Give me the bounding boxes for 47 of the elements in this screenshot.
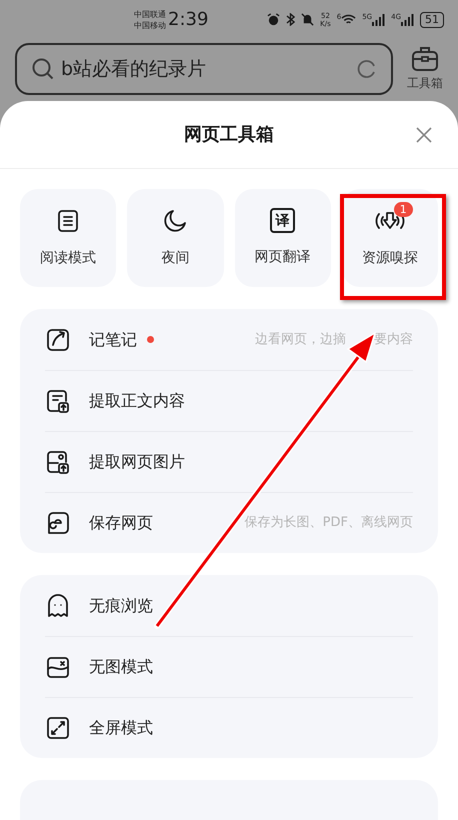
menu-item-label: 全屏模式 — [89, 717, 153, 739]
toolbox-button[interactable]: 工具箱 — [407, 46, 443, 92]
close-icon[interactable] — [416, 126, 432, 142]
tool-tile[interactable]: 阅读模式 — [20, 189, 116, 287]
menu-item-label: 记笔记 — [89, 328, 137, 350]
bluetooth-icon — [286, 13, 296, 26]
menu-item-label: 无痕浏览 — [89, 594, 153, 616]
carrier-label: 中国移动 — [134, 20, 166, 31]
pen-icon — [45, 326, 71, 352]
clock: 2:39 — [168, 8, 208, 32]
refresh-icon[interactable] — [357, 59, 377, 80]
menu-item-label: 保存网页 — [89, 512, 153, 534]
sheet-title: 网页工具箱 — [184, 123, 274, 147]
tool-tile[interactable]: 夜间 — [127, 189, 224, 287]
menu-item-hint: 要内容 — [374, 330, 413, 349]
menu-item[interactable]: 提取网页图片 — [45, 431, 413, 492]
menu-item[interactable]: 无图模式 — [45, 636, 413, 697]
carrier-label: 中国联通 — [134, 8, 166, 20]
save-page-icon — [45, 510, 71, 536]
search-field[interactable]: b站必看的纪录片 — [15, 43, 393, 96]
signal-icon — [401, 14, 414, 26]
muted-bell-icon — [301, 13, 314, 26]
fullscreen-icon — [45, 715, 71, 741]
menu-item[interactable]: 保存网页 保存为长图、PDF、离线网页 — [45, 492, 413, 553]
menu-item[interactable]: 全屏模式 — [45, 697, 413, 758]
menu-item[interactable]: 无痕浏览 — [45, 575, 413, 636]
menu-item[interactable]: 提取正文内容 — [45, 370, 413, 431]
menu-item-label: 提取网页图片 — [89, 451, 185, 473]
ghost-icon — [45, 592, 71, 618]
moon-icon — [162, 208, 188, 234]
menu-item[interactable]: 记笔记 边看网页，边摘 要内容 — [45, 309, 413, 370]
alarm-icon — [267, 13, 280, 26]
toolbox-icon — [411, 46, 439, 72]
tool-tile[interactable]: 译 网页翻译 — [234, 189, 331, 287]
search-text: b站必看的纪录片 — [61, 56, 208, 82]
image-export-icon — [45, 449, 71, 475]
menu-item-hint: 边看网页，边摘 — [255, 330, 346, 349]
menu-item-label: 提取正文内容 — [89, 390, 185, 412]
signal-icon — [372, 14, 386, 26]
search-icon — [31, 57, 55, 82]
battery-indicator: 51 — [420, 12, 444, 28]
text-export-icon — [45, 388, 71, 414]
no-image-icon — [45, 654, 71, 680]
menu-item-hint: 保存为长图、PDF、离线网页 — [244, 514, 413, 532]
translate-icon: 译 — [270, 208, 296, 233]
menu-item-label: 无图模式 — [89, 656, 153, 678]
wifi-icon — [341, 14, 356, 26]
